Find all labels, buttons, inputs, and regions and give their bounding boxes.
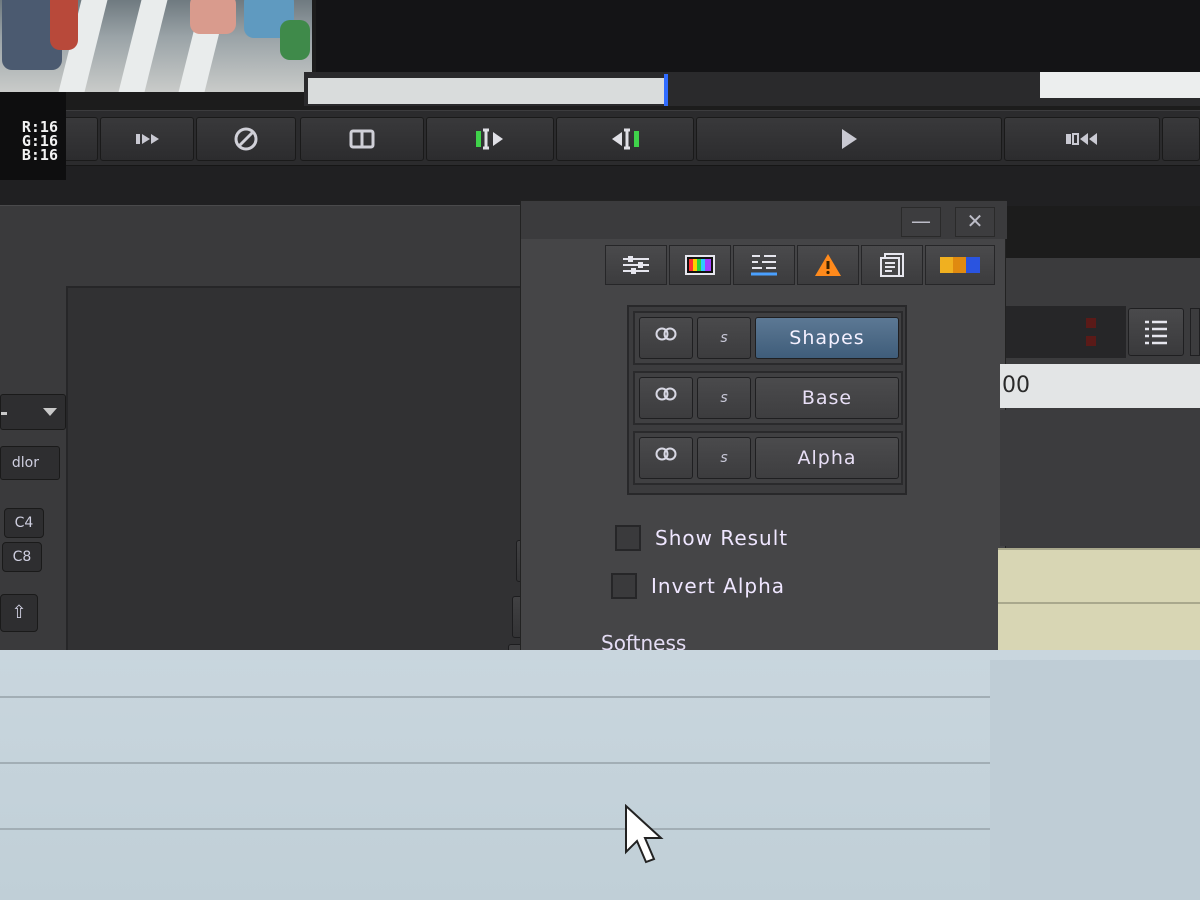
dropdown-value-mark [1,412,7,415]
right-edge-button[interactable] [1190,308,1200,356]
mark-in-icon [476,128,503,150]
right-field [1006,306,1126,358]
tab-color-bars[interactable] [669,245,731,285]
right-track-area [1000,410,1200,546]
tab-sliders[interactable] [605,245,667,285]
no-entry-icon [234,127,258,151]
chevron-down-icon [43,408,57,416]
go-to-in-button[interactable] [1004,117,1160,161]
tab-warning[interactable] [797,245,859,285]
invert-alpha-checkbox[interactable] [611,573,637,599]
timeline-clip[interactable] [998,548,1200,606]
show-result-row: Show Result [615,525,788,551]
invert-alpha-label: Invert Alpha [651,574,786,598]
left-dropdown[interactable] [0,394,66,430]
layer-row-alpha: s Alpha [633,431,903,485]
go-to-in-icon [1066,133,1097,145]
tab-grid-settings[interactable] [733,245,795,285]
timecode-field: 00 [1000,364,1200,408]
visibility-icon [655,327,677,341]
track-area-right [990,660,1200,900]
rgb-blue-value: B:16 [21,146,58,164]
list-view-button[interactable] [1128,308,1184,356]
transport-more-button[interactable] [1162,117,1200,161]
split-view-button[interactable] [300,117,424,161]
layer-solo-button[interactable]: s [697,317,751,359]
mouse-cursor-icon [625,804,664,864]
mark-out-button[interactable] [556,117,694,161]
color-bars-icon [685,255,715,275]
color-palette-icon [940,257,980,273]
layer-row-shapes: s Shapes [633,311,903,365]
record-indicator [1086,318,1096,328]
close-button[interactable]: ✕ [955,207,995,237]
split-view-icon [349,129,375,149]
layer-list: s Shapes s Base s Alpha [627,305,907,495]
up-arrow-button[interactable]: ⇧ [0,594,38,632]
minimize-button[interactable]: — [901,207,941,237]
document-icon [880,253,904,277]
invert-alpha-row: Invert Alpha [611,573,785,599]
rgb-readout: R:16 G:16 B:16 [0,92,66,180]
step-forward-button[interactable] [100,117,194,161]
color-button[interactable]: dlor [0,446,60,480]
show-result-checkbox[interactable] [615,525,641,551]
preview-canvas[interactable] [66,286,524,706]
grid-settings-icon [751,255,777,276]
c8-button[interactable]: C8 [2,542,42,572]
list-icon [1145,320,1167,345]
layer-name-button[interactable]: Shapes [755,317,899,359]
layer-solo-button[interactable]: s [697,377,751,419]
layer-name-button[interactable]: Alpha [755,437,899,479]
sliders-icon [623,256,649,274]
layer-visibility-button[interactable] [639,437,693,479]
layer-solo-button[interactable]: s [697,437,751,479]
layer-visibility-button[interactable] [639,377,693,419]
disable-button[interactable] [196,117,296,161]
video-thumbnail [0,0,312,92]
layer-row-base: s Base [633,371,903,425]
step-forward-icon [136,134,159,144]
timeline-clip[interactable] [308,78,666,104]
play-icon [842,129,857,149]
timeline-clip[interactable] [1040,72,1200,98]
c4-button[interactable]: C4 [4,508,44,538]
mark-in-button[interactable] [426,117,554,161]
mark-out-icon [612,128,639,150]
layer-name-button[interactable]: Base [755,377,899,419]
tab-color-palette[interactable] [925,245,995,285]
visibility-icon [655,447,677,461]
show-result-label: Show Result [655,526,789,550]
transport-bar [0,110,1200,166]
viewer-area [316,0,1200,78]
visibility-icon [655,387,677,401]
tab-document[interactable] [861,245,923,285]
play-button[interactable] [696,117,1002,161]
playhead[interactable] [664,74,668,106]
record-indicator [1086,336,1096,346]
timeline-bar[interactable] [304,72,1200,106]
warning-icon [815,254,841,276]
layer-visibility-button[interactable] [639,317,693,359]
